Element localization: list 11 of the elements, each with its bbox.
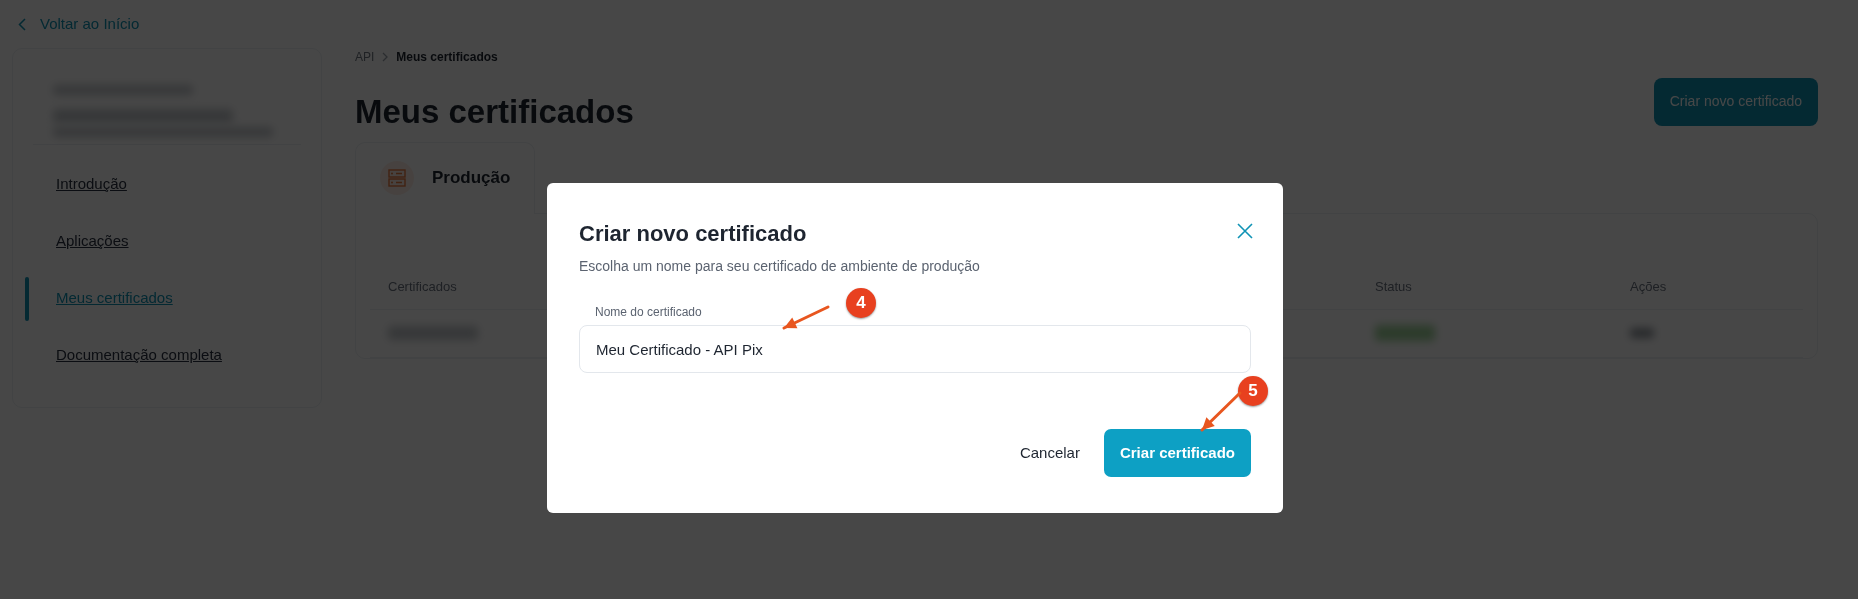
breadcrumb-item: Meus certificados xyxy=(396,49,498,66)
annotation-arrow xyxy=(1200,391,1242,432)
cancel-button[interactable]: Cancelar xyxy=(1013,440,1086,466)
dialog-subtitle: Escolha um nome para seu certificado de ambiente de produção xyxy=(579,257,981,276)
certificate-name-field[interactable]: Meu Certificado - API Pix xyxy=(579,325,1251,373)
dialog-title: Criar novo certificado xyxy=(579,221,807,248)
field-label: Nome do certificado xyxy=(595,304,702,321)
close-button[interactable] xyxy=(1237,223,1253,239)
page-title: Meus certificados xyxy=(355,92,634,132)
annotation-arrow xyxy=(782,305,830,330)
create-button[interactable]: Criar certificado xyxy=(1103,429,1251,477)
